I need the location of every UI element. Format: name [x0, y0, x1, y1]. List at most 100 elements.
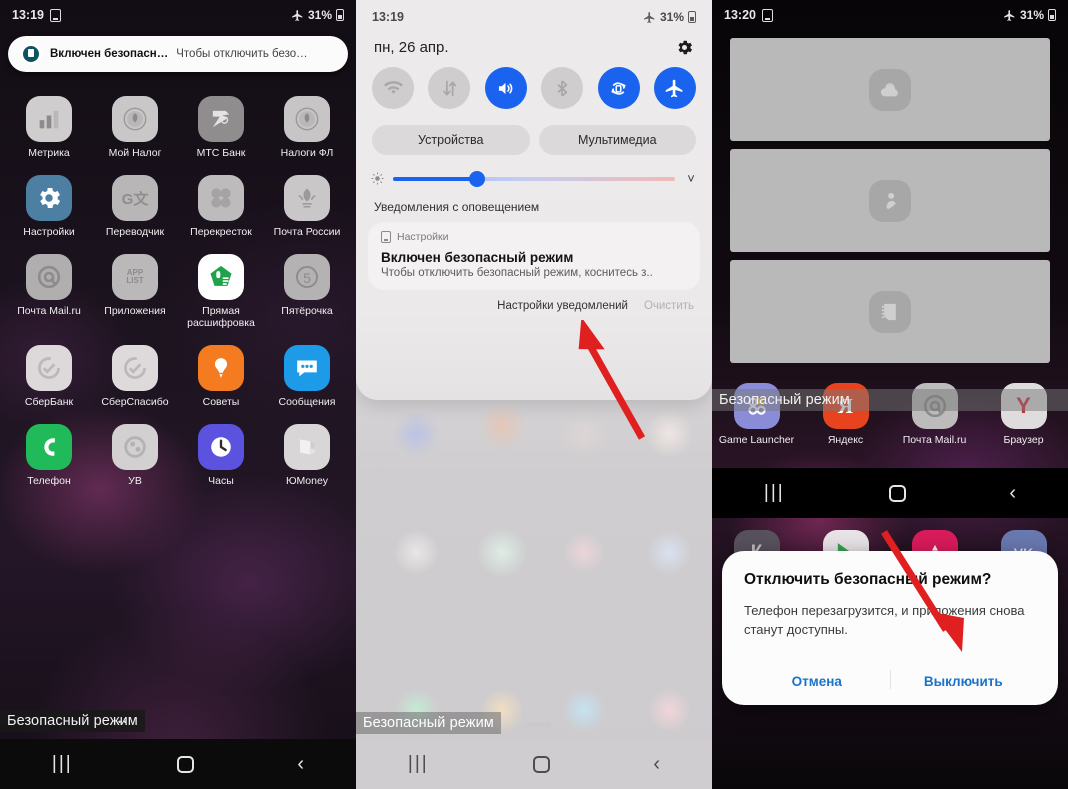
gear-icon[interactable]: [26, 175, 72, 222]
toggle-mobile-data[interactable]: [428, 67, 471, 109]
annotation-arrow: [881, 530, 964, 652]
translate-icon[interactable]: G文: [112, 175, 158, 222]
svg-text:5: 5: [303, 270, 311, 286]
mts-bank-icon[interactable]: [198, 96, 244, 142]
app-cell[interactable]: G文 Переводчик: [92, 165, 178, 238]
note-icon: [49, 8, 61, 22]
chip-media[interactable]: Мультимедиа: [538, 125, 696, 155]
pyaterochka-icon[interactable]: 5: [284, 254, 330, 301]
tips-bulb-icon[interactable]: [198, 345, 244, 392]
clear-all-button[interactable]: Очистить: [644, 300, 694, 312]
toggle-airplane-mode[interactable]: [653, 67, 696, 109]
app-cell[interactable]: Настройки: [6, 165, 92, 238]
back-icon[interactable]: ‹: [653, 753, 660, 776]
app-cell[interactable]: МТС Банк: [178, 86, 264, 159]
toggle-wifi[interactable]: [372, 67, 414, 109]
yumoney-icon[interactable]: [284, 424, 330, 471]
heads-up-notification[interactable]: Включен безопасн… Чтобы отключить безо…: [8, 36, 348, 72]
home-icon[interactable]: [176, 755, 194, 773]
back-icon[interactable]: ‹: [1009, 482, 1016, 505]
notification-body: Чтобы отключить безопасный режим, коснит…: [381, 267, 653, 279]
home-icon[interactable]: [532, 755, 550, 773]
home-icon[interactable]: [888, 484, 906, 502]
app-label: СберБанк: [24, 396, 74, 409]
app-cell[interactable]: Сообщения: [264, 335, 350, 408]
status-bar: 13:20 31%: [712, 0, 1068, 30]
app-list-icon[interactable]: APP LIST: [112, 254, 158, 301]
cancel-button[interactable]: Отмена: [744, 662, 890, 705]
brightness-fill: [393, 176, 475, 181]
app-cell[interactable]: Перекресток: [178, 165, 264, 238]
notification-settings-link[interactable]: Настройки уведомлений: [497, 300, 628, 312]
phone-icon[interactable]: [26, 424, 72, 471]
notes-icon: [869, 290, 911, 333]
panel-home-screen: 13:19 31% Включен безопасн… Чтобы отключ…: [0, 0, 356, 789]
app-cell[interactable]: Советы: [178, 335, 264, 408]
panel-quick-settings: 13:19 31% пн, 26 апр. Устройства Мультим…: [356, 0, 712, 789]
recents-icon[interactable]: |||: [764, 482, 785, 504]
toggle-auto-rotate[interactable]: [597, 67, 640, 109]
app-cell[interactable]: ЮMoney: [264, 414, 350, 487]
sberspasibo-icon[interactable]: [112, 345, 158, 392]
uv-icon[interactable]: [112, 424, 158, 471]
app-cell[interactable]: Почта России: [264, 165, 350, 238]
app-cell[interactable]: УВ: [92, 414, 178, 487]
metrica-icon[interactable]: [26, 96, 72, 142]
airplane-icon: [292, 9, 303, 21]
app-cell[interactable]: СберСпасибо: [92, 335, 178, 408]
app-label: Game Launcher: [718, 434, 795, 446]
recent-app-card[interactable]: [730, 260, 1050, 363]
live-transcribe-icon[interactable]: [198, 254, 244, 301]
app-label: ЮMoney: [285, 475, 329, 488]
recent-app-card[interactable]: [730, 149, 1050, 252]
toggle-bluetooth[interactable]: [541, 67, 584, 109]
app-cell[interactable]: Метрика: [6, 86, 92, 159]
app-cell[interactable]: Налоги ФЛ: [264, 86, 350, 159]
three-panel-screenshot: 13:19 31% Включен безопасн… Чтобы отключ…: [0, 0, 1068, 789]
chip-devices[interactable]: Устройства: [372, 125, 530, 155]
app-cell[interactable]: 5 Пятёрочка: [264, 244, 350, 329]
pochta-rossii-icon[interactable]: [284, 175, 330, 222]
notification-card[interactable]: Настройки Включен безопасный режим Чтобы…: [368, 222, 700, 290]
clock-icon[interactable]: [198, 424, 244, 471]
recents-icon[interactable]: |||: [408, 753, 429, 775]
airplane-icon: [1004, 9, 1015, 21]
recent-app-card[interactable]: [730, 38, 1050, 141]
airplane-icon: [644, 11, 655, 23]
app-label: СберСпасибо: [101, 396, 169, 409]
app-cell[interactable]: Телефон: [6, 414, 92, 487]
sberbank-icon[interactable]: [26, 345, 72, 392]
nalog-coin-icon[interactable]: [112, 96, 158, 142]
messages-icon[interactable]: [284, 345, 330, 392]
app-label: Перекресток: [190, 226, 252, 239]
app-cell[interactable]: Прямая расшифровка: [178, 244, 264, 329]
nalogi-fl-icon[interactable]: [284, 96, 330, 142]
date-label: пн, 26 апр.: [374, 39, 449, 56]
app-label: Сообщения: [278, 396, 336, 409]
app-cell[interactable]: APP LIST Приложения: [92, 244, 178, 329]
kids-mode-icon: [869, 179, 911, 222]
app-cell[interactable]: Часы: [178, 414, 264, 487]
gear-icon[interactable]: [675, 38, 694, 57]
chevron-down-icon[interactable]: ˅: [684, 171, 698, 186]
battery-icon: [336, 9, 344, 21]
app-label: Часы: [208, 475, 234, 488]
app-cell[interactable]: Мой Налог: [92, 86, 178, 159]
app-cell[interactable]: Почта Mail.ru: [6, 244, 92, 329]
recents-icon[interactable]: |||: [52, 753, 73, 775]
status-bar-left: 13:19: [372, 10, 404, 24]
back-icon[interactable]: ‹: [297, 753, 304, 776]
status-bar-left: 13:20: [724, 8, 773, 22]
status-bar-left: 13:19: [12, 8, 61, 22]
brightness-slider[interactable]: [393, 170, 675, 187]
panel-recents-dialog: 13:20 31% Game LauncherЯЯндексПочта Mail…: [712, 0, 1068, 789]
app-label: Приложения: [104, 305, 166, 318]
confirm-turn-off-button[interactable]: Выключить: [891, 662, 1037, 705]
app-cell[interactable]: СберБанк: [6, 335, 92, 408]
toggle-sound[interactable]: [484, 67, 527, 109]
navigation-bar: ||| ‹: [356, 739, 712, 789]
perekrestok-icon[interactable]: [198, 175, 244, 222]
brightness-knob[interactable]: [469, 170, 486, 187]
app-label: Советы: [202, 396, 240, 409]
mail-at-icon[interactable]: [26, 254, 72, 301]
